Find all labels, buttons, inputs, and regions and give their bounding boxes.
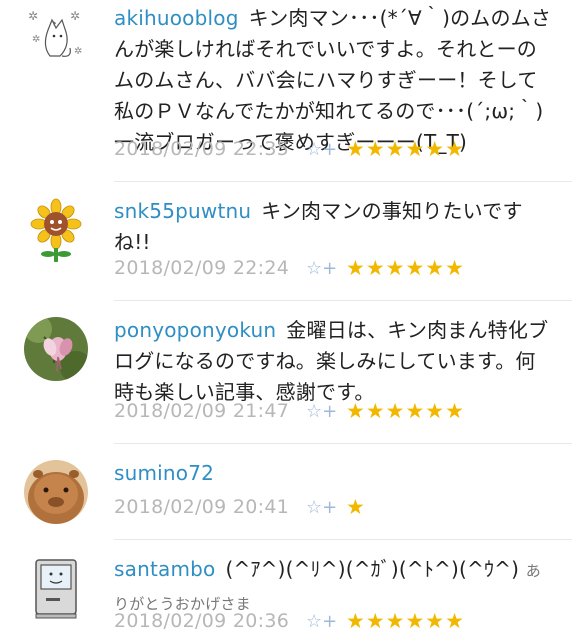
comment-date: 2018/02/09 20:36 [114,610,290,632]
comment-meta: 2018/02/09 22:35 ☆+ ★★★★★★ [114,137,554,168]
comment-date: 2018/02/09 22:24 [114,257,290,279]
avatar-computer[interactable] [24,556,88,620]
divider [114,443,572,444]
comment-text: snk55puwtnu キン肉マンの事知りたいですね!! [114,196,554,258]
comment-username[interactable]: ponyoponyokun [114,318,276,342]
avatar-cat[interactable]: ✲ ✲ ✲ ✲ [24,6,88,70]
divider [114,181,572,182]
divider [114,300,572,301]
svg-text:✲: ✲ [74,46,82,57]
add-star-icon[interactable]: ☆+ [306,401,337,422]
svg-text:✲: ✲ [32,34,40,45]
comment-username[interactable]: sumino72 [114,461,214,485]
comment-username[interactable]: santambo [114,557,215,581]
comment-text: ponyoponyokun 金曜日は、キン肉まん特化ブログになるのですね。楽しみに… [114,315,554,408]
star-rating[interactable]: ★ [346,495,366,519]
comment-meta: 2018/02/09 22:24 ☆+ ★★★★★★ [114,256,554,287]
comment-username[interactable]: akihuooblog [114,6,239,30]
comment-date: 2018/02/09 22:35 [114,138,290,160]
comment-date: 2018/02/09 20:41 [114,496,290,518]
star-rating[interactable]: ★★★★★★ [346,609,465,633]
comment-body: (^ｱ^)(^ﾘ^)(^ｶﾞ)(^ﾄ^)(^ｳ^) [225,557,520,581]
add-star-icon[interactable]: ☆+ [306,139,337,160]
comment-meta: 2018/02/09 20:41 ☆+ ★ [114,495,554,526]
comment-text: akihuooblog キン肉マン･･･(*´∀｀)のムのムさんが楽しければそれで… [114,3,554,158]
comment-meta: 2018/02/09 20:36 ☆+ ★★★★★★ [114,609,554,640]
star-rating[interactable]: ★★★★★★ [346,137,465,161]
comment-text: sumino72 [114,458,554,489]
add-star-icon[interactable]: ☆+ [306,611,337,632]
star-rating[interactable]: ★★★★★★ [346,399,465,423]
avatar-sunflower[interactable] [24,198,88,262]
comment-meta: 2018/02/09 21:47 ☆+ ★★★★★★ [114,399,554,430]
svg-text:✲: ✲ [28,9,38,23]
add-star-icon[interactable]: ☆+ [306,258,337,279]
divider [114,539,572,540]
avatar-flower[interactable] [24,317,88,381]
add-star-icon[interactable]: ☆+ [306,497,337,518]
avatar-capybara[interactable] [24,460,88,524]
svg-text:✲: ✲ [70,9,80,23]
comment-date: 2018/02/09 21:47 [114,400,290,422]
comment-username[interactable]: snk55puwtnu [114,199,251,223]
star-rating[interactable]: ★★★★★★ [346,256,465,280]
